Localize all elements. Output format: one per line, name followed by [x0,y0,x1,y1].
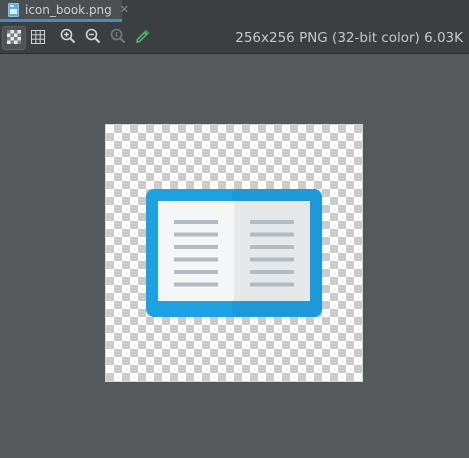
zoom-out-button[interactable] [81,26,105,50]
tab-icon-book[interactable]: icon_book.png ✕ [0,0,129,22]
zoom-in-icon [60,28,76,48]
image-file-icon [8,2,19,17]
close-icon[interactable]: ✕ [120,3,129,16]
eyedropper-icon [135,28,151,48]
grid-toggle-button[interactable] [26,26,50,50]
zoom-out-icon [85,28,101,48]
image-info-label: 256x256 PNG (32-bit color) 6.03K [235,30,463,46]
image-preview [105,124,363,382]
editor-tab-bar: icon_book.png ✕ [0,0,469,22]
chessboard-toggle-button[interactable] [2,26,26,50]
tab-label: icon_book.png [25,2,112,17]
open-book-icon [146,189,322,317]
image-canvas [0,54,469,458]
chessboard-icon [7,29,21,48]
color-picker-button[interactable] [131,26,155,50]
grid-icon [31,29,45,48]
image-editor-toolbar: 256x256 PNG (32-bit color) 6.03K [0,22,469,54]
zoom-actual-icon [110,28,126,48]
actual-size-button[interactable] [106,26,130,50]
zoom-in-button[interactable] [56,26,80,50]
